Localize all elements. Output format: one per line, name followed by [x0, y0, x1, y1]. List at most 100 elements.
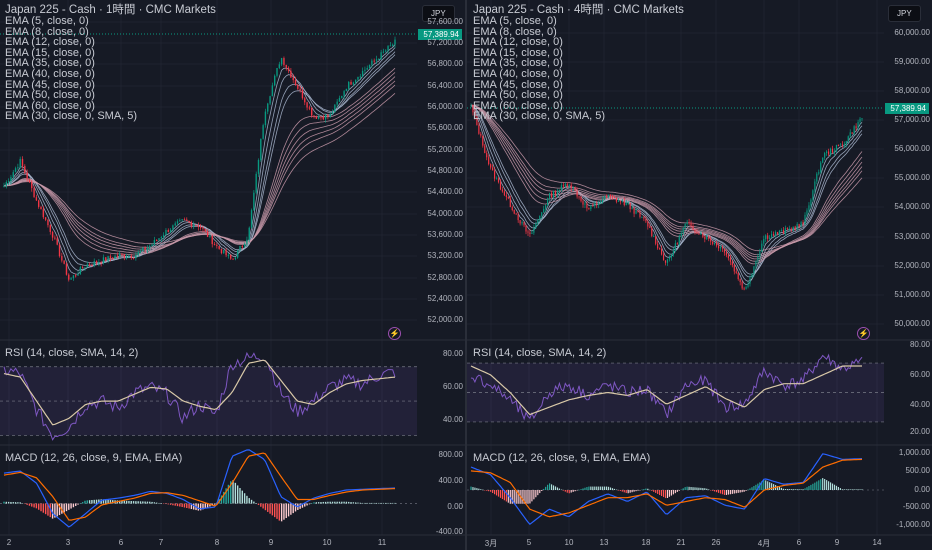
- candle: [780, 230, 783, 232]
- candle: [35, 197, 38, 201]
- macd-histogram-bar: [729, 490, 731, 495]
- macd-histogram-bar: [167, 503, 169, 505]
- macd-histogram-bar: [306, 503, 308, 506]
- candle: [19, 158, 21, 168]
- macd-histogram-bar: [17, 502, 19, 504]
- macd-histogram-bar: [501, 490, 504, 500]
- y-axis-label: 80.00: [442, 349, 463, 358]
- left-macd-label[interactable]: MACD (12, 26, close, 9, EMA, EMA): [5, 452, 182, 464]
- macd-histogram-bar: [676, 490, 678, 492]
- y-axis-label: 800.00: [438, 450, 463, 459]
- candle: [169, 229, 172, 232]
- macd-histogram-bar: [547, 484, 549, 490]
- candle: [218, 245, 220, 249]
- candle: [712, 241, 714, 244]
- x-axis-label: 13: [599, 538, 609, 547]
- left-lightning-icon[interactable]: ⚡: [388, 327, 401, 340]
- macd-histogram-bar: [253, 501, 255, 504]
- macd-histogram-bar: [482, 489, 484, 491]
- macd-histogram-bar: [792, 489, 794, 490]
- macd-histogram-bar: [649, 489, 651, 491]
- candle: [283, 58, 285, 65]
- macd-histogram-bar: [796, 489, 798, 490]
- macd-histogram-bar: [851, 489, 853, 490]
- right-rsi-label[interactable]: RSI (14, close, SMA, 14, 2): [473, 347, 606, 359]
- candle: [708, 236, 710, 239]
- candle: [331, 112, 334, 115]
- candle: [329, 114, 331, 117]
- macd-histogram-bar: [495, 490, 498, 496]
- macd-histogram-bar: [611, 488, 614, 490]
- candle: [341, 95, 343, 98]
- candle: [366, 67, 368, 70]
- macd-histogram-bar: [31, 503, 33, 507]
- macd-histogram-bar: [755, 484, 757, 490]
- y-axis-label: 51,000.00: [894, 290, 930, 299]
- macd-histogram-bar: [704, 488, 706, 490]
- indicator-label[interactable]: EMA (40, close, 0): [5, 69, 216, 80]
- candle: [350, 81, 352, 85]
- macd-histogram-bar: [719, 490, 722, 494]
- candle: [741, 282, 743, 289]
- x-axis-label: 26: [711, 538, 721, 547]
- candle: [135, 255, 137, 259]
- macd-histogram-bar: [72, 503, 75, 508]
- left-rsi-label[interactable]: RSI (14, close, SMA, 14, 2): [5, 347, 138, 359]
- x-axis-label: 6: [118, 538, 124, 547]
- candle: [810, 199, 812, 206]
- macd-histogram-bar: [35, 503, 38, 509]
- macd-histogram-bar: [633, 490, 635, 492]
- macd-histogram-bar: [784, 488, 786, 490]
- macd-histogram-bar: [651, 490, 653, 491]
- candle: [186, 219, 188, 221]
- candle: [77, 274, 79, 276]
- candle: [38, 200, 40, 207]
- candle: [651, 227, 653, 237]
- indicator-label[interactable]: EMA (5, close, 0): [473, 16, 684, 27]
- candle: [95, 261, 98, 263]
- macd-histogram-bar: [246, 495, 248, 504]
- macd-histogram-bar: [91, 500, 93, 504]
- candle: [576, 190, 578, 197]
- macd-histogram-bar: [172, 503, 174, 506]
- candle: [517, 214, 519, 221]
- macd-histogram-bar: [183, 503, 186, 508]
- macd-histogram-bar: [311, 503, 313, 504]
- candle: [635, 210, 637, 214]
- macd-histogram-bar: [505, 490, 507, 502]
- candle: [174, 223, 176, 226]
- candle: [772, 234, 775, 236]
- right-lightning-icon[interactable]: ⚡: [857, 327, 870, 340]
- macd-histogram-bar: [236, 485, 239, 504]
- macd-histogram-bar: [65, 503, 68, 512]
- indicator-label[interactable]: EMA (30, close, 0, SMA, 5): [473, 111, 684, 122]
- macd-histogram-bar: [280, 503, 283, 522]
- macd-histogram-bar: [308, 503, 311, 505]
- candle: [262, 125, 264, 139]
- macd-histogram-bar: [174, 503, 176, 506]
- right-macd-label[interactable]: MACD (12, 26, close, 9, EMA, EMA): [473, 452, 650, 464]
- macd-histogram-bar: [831, 483, 834, 490]
- indicator-label[interactable]: EMA (40, close, 0): [473, 69, 684, 80]
- y-axis-label: 500.00: [905, 466, 930, 475]
- right-current-price: 57,389.94: [885, 103, 929, 114]
- macd-histogram-bar: [474, 487, 476, 490]
- candle: [511, 207, 513, 211]
- y-axis-label: 40.00: [909, 400, 930, 409]
- indicator-label[interactable]: EMA (5, close, 0): [5, 16, 216, 27]
- candle: [604, 196, 606, 200]
- candle: [378, 58, 380, 60]
- macd-histogram-bar: [619, 490, 621, 491]
- candle: [162, 235, 165, 238]
- macd-histogram-bar: [248, 498, 250, 504]
- macd-histogram-bar: [814, 482, 816, 490]
- macd-histogram-bar: [81, 502, 84, 504]
- macd-histogram-bar: [605, 486, 608, 490]
- macd-histogram-bar: [678, 490, 680, 491]
- y-axis-label: 0.00: [447, 502, 463, 511]
- right-currency-button[interactable]: JPY: [888, 5, 921, 22]
- macd-histogram-bar: [257, 503, 260, 506]
- candle: [814, 181, 816, 191]
- indicator-label[interactable]: EMA (30, close, 0, SMA, 5): [5, 111, 216, 122]
- macd-histogram-bar: [132, 501, 135, 504]
